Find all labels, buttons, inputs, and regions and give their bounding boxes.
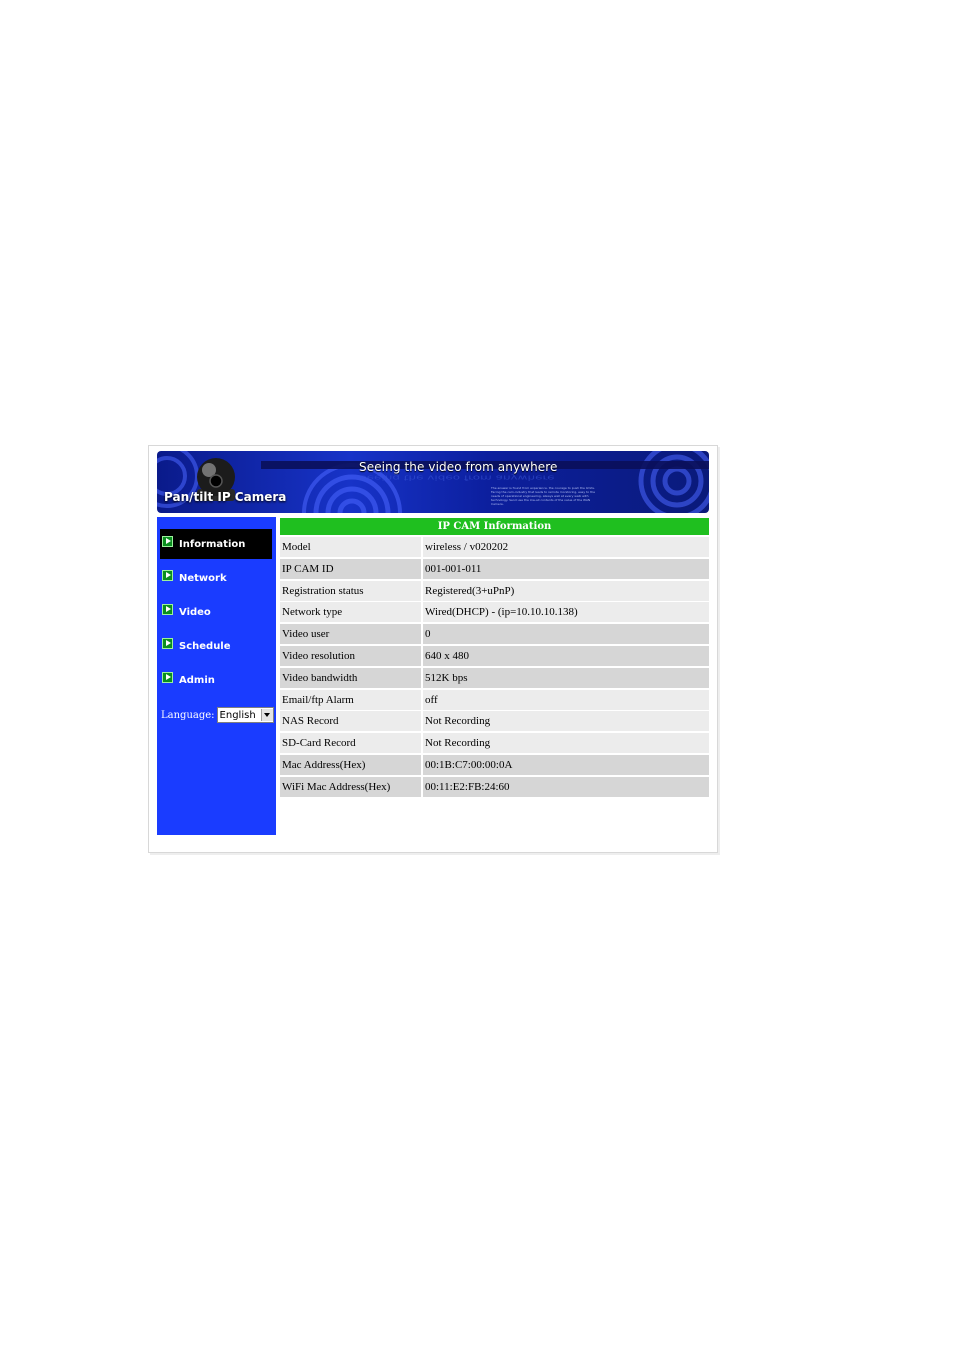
row-value: Not Recording [423,711,709,732]
table-row: NAS Record Not Recording [280,711,709,732]
table-row: Video user 0 [280,624,709,645]
sidebar-item-video[interactable]: Video [160,600,272,624]
table-row: Model wireless / v020202 [280,537,709,557]
row-value: Wired(DHCP) - (ip=10.10.10.138) [423,602,709,623]
row-key: NAS Record [280,711,421,732]
row-key: SD-Card Record [280,733,421,754]
row-value: 00:1B:C7:00:00:0A [423,754,709,775]
table-row: IP CAM ID 001-001-011 [280,558,709,579]
table-row: Video resolution 640 x 480 [280,645,709,666]
row-key: IP CAM ID [280,558,421,579]
sidebar-item-label: Information [179,538,246,550]
banner-tagline-reflection: Seeing the video from anywhere [359,473,555,483]
sidebar-item-network[interactable]: Network [160,566,272,590]
language-select[interactable]: English [216,707,274,723]
table-row: Registration status Registered(3+uPnP) [280,580,709,601]
language-selected-value: English [219,709,256,721]
row-key: Video user [280,624,421,645]
row-key: Mac Address(Hex) [280,754,421,775]
banner-tagline: Seeing the video from anywhere [359,460,558,474]
row-key: WiFi Mac Address(Hex) [280,776,421,797]
table-row: Mac Address(Hex) 00:1B:C7:00:00:0A [280,754,709,775]
row-value: Registered(3+uPnP) [423,580,709,601]
row-value: 00:11:E2:FB:24:60 [423,776,709,797]
play-arrow-icon [162,604,173,615]
sidebar-item-label: Video [179,606,211,618]
row-value: Not Recording [423,733,709,754]
play-arrow-icon [162,638,173,649]
row-key: Network type [280,602,421,623]
row-key: Email/ftp Alarm [280,689,421,710]
table-row: Video bandwidth 512K bps [280,667,709,688]
row-value: wireless / v020202 [423,537,709,557]
row-value: 512K bps [423,667,709,688]
row-value: 640 x 480 [423,645,709,666]
play-arrow-icon [162,672,173,683]
row-value: 001-001-011 [423,558,709,579]
table-row: WiFi Mac Address(Hex) 00:11:E2:FB:24:60 [280,776,709,797]
info-table-title: IP CAM Information [280,518,709,535]
row-key: Video bandwidth [280,667,421,688]
row-value: off [423,689,709,710]
product-title: Pan/tilt IP Camera [164,490,287,504]
row-key: Registration status [280,580,421,601]
sidebar: Information Network Video Schedule Admin… [157,517,276,835]
row-key: Model [280,537,421,557]
sidebar-item-label: Network [179,572,227,584]
chevron-down-icon[interactable] [260,709,273,721]
banner-fine-print: The answer is found from experience. the… [491,486,595,506]
sidebar-item-schedule[interactable]: Schedule [160,634,272,658]
table-row: Network type Wired(DHCP) - (ip=10.10.10.… [280,602,709,623]
table-row: Email/ftp Alarm off [280,689,709,710]
row-value: 0 [423,624,709,645]
sidebar-item-label: Admin [179,674,215,686]
language-label: Language: [161,709,215,721]
camera-web-panel: Seeing the video from anywhere Seeing th… [148,445,718,853]
language-row: Language: English [161,707,274,723]
info-table: Model wireless / v020202 IP CAM ID 001-0… [280,537,709,799]
row-key: Video resolution [280,645,421,666]
table-row: SD-Card Record Not Recording [280,733,709,754]
sidebar-item-information[interactable]: Information [160,529,272,559]
banner: Seeing the video from anywhere Seeing th… [157,451,709,513]
sidebar-item-admin[interactable]: Admin [160,668,272,692]
sidebar-item-label: Schedule [179,640,231,652]
play-arrow-icon [162,570,173,581]
play-arrow-icon [162,536,173,547]
